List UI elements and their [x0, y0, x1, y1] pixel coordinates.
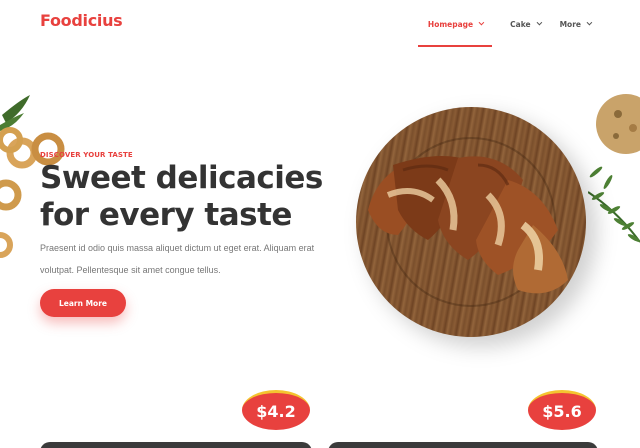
main-nav: Homepage Cake More [417, 15, 600, 47]
price-badge: $5.6 [528, 390, 596, 430]
nav-item-homepage[interactable]: Homepage [417, 15, 493, 47]
hero-title: Sweet delicacies for every taste [40, 160, 330, 234]
nav-item-label: More [559, 19, 581, 29]
hero-title-line-1: Sweet delicacies [40, 160, 323, 196]
hero-title-line-2: for every taste [40, 197, 292, 233]
nav-item-cake[interactable]: Cake [500, 15, 549, 33]
learn-more-button[interactable]: Learn More [40, 289, 126, 317]
brand-logo[interactable]: Foodicius [40, 11, 123, 30]
product-card[interactable] [40, 442, 312, 448]
hero-eyebrow: DISCOVER YOUR TASTE [40, 151, 133, 159]
price-badge: $4.2 [242, 390, 310, 430]
product-card[interactable] [328, 442, 598, 448]
nav-item-label: Cake [510, 19, 531, 29]
hero-description: Praesent id odio quis massa aliquet dict… [40, 243, 315, 275]
nav-item-label: Homepage [427, 19, 474, 29]
chevron-down-icon [586, 19, 593, 26]
nav-item-more[interactable]: More [550, 15, 600, 33]
croissant-image [368, 156, 568, 294]
chevron-down-icon [478, 19, 485, 26]
chevron-down-icon [536, 19, 542, 26]
